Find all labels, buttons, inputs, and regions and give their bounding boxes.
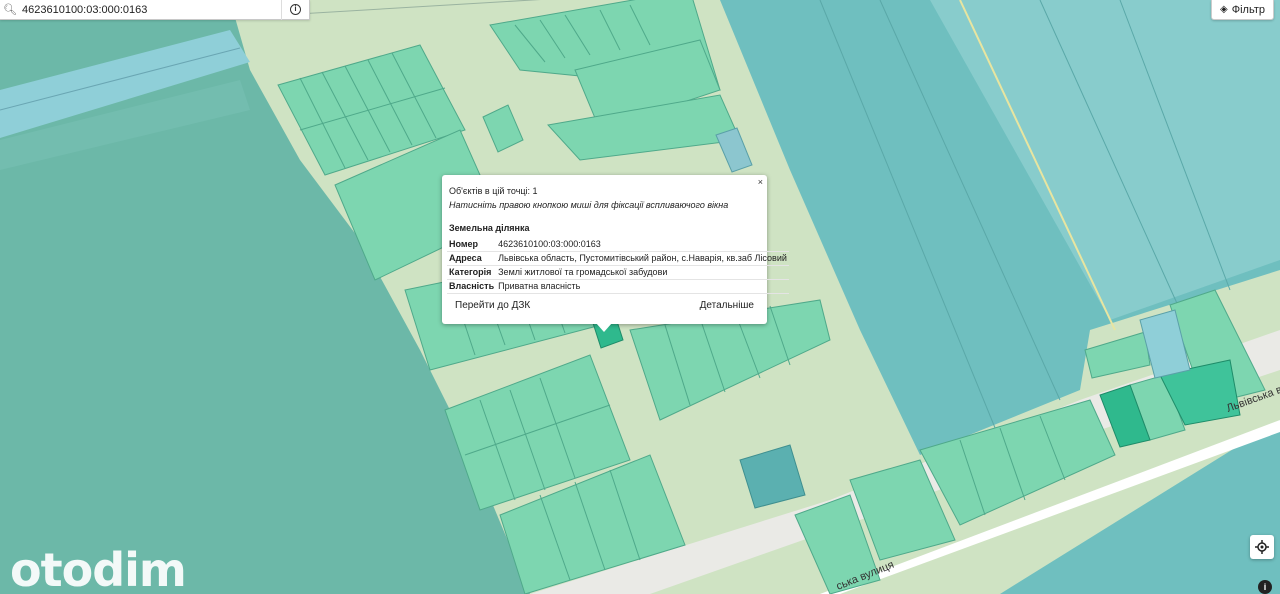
popup-actions: Перейти до ДЗК Детальніше bbox=[447, 295, 762, 315]
filter-button-label: Фільтр bbox=[1231, 3, 1265, 16]
popup-tip bbox=[596, 323, 612, 332]
parcel-info-table: Номер 4623610100:03:000:0163 Адреса Льві… bbox=[447, 237, 789, 294]
watermark-logo: otodim bbox=[10, 543, 187, 594]
goto-dzk-button[interactable]: Перейти до ДЗК bbox=[447, 297, 538, 314]
table-row: Номер 4623610100:03:000:0163 bbox=[447, 237, 789, 252]
table-row: Адреса Львівська область, Пустомитівськи… bbox=[447, 251, 789, 266]
field-key: Власність bbox=[447, 279, 497, 294]
field-key: Категорія bbox=[447, 265, 497, 280]
field-value: 4623610100:03:000:0163 bbox=[496, 237, 789, 252]
info-icon: i bbox=[1263, 582, 1267, 592]
section-title: Земельна ділянка bbox=[449, 223, 530, 233]
map-info-button[interactable]: i bbox=[1258, 580, 1272, 594]
layers-icon: ◈ bbox=[1220, 4, 1228, 15]
details-button[interactable]: Детальніше bbox=[692, 297, 762, 314]
magnifier-icon: 🔍︎ bbox=[3, 4, 17, 16]
crosshair-icon bbox=[1255, 540, 1269, 554]
field-value: Приватна власність bbox=[496, 279, 789, 294]
field-key: Номер bbox=[447, 237, 497, 252]
close-icon[interactable]: × bbox=[758, 177, 763, 187]
filter-button[interactable]: ◈ Фільтр bbox=[1211, 0, 1274, 20]
objects-count: Об'єктів в цій точці: 1 bbox=[449, 186, 538, 196]
search-input[interactable] bbox=[18, 0, 281, 19]
field-value: Львівська область, Пустомитівський район… bbox=[496, 251, 789, 266]
parcel-popup: × Об'єктів в цій точці: 1 Натисніть прав… bbox=[442, 175, 789, 324]
info-icon: i bbox=[290, 4, 301, 15]
field-value: Землі житлової та громадської забудови bbox=[496, 265, 789, 280]
locate-button[interactable] bbox=[1250, 535, 1274, 559]
popup-hint: Натисніть правою кнопкою миші для фіксац… bbox=[449, 200, 729, 210]
field-key: Адреса bbox=[447, 251, 497, 266]
info-button[interactable]: i bbox=[281, 0, 309, 20]
table-row: Категорія Землі житлової та громадської … bbox=[447, 265, 789, 280]
table-row: Власність Приватна власність bbox=[447, 279, 789, 294]
search-box: 🔍︎ i bbox=[0, 0, 310, 20]
